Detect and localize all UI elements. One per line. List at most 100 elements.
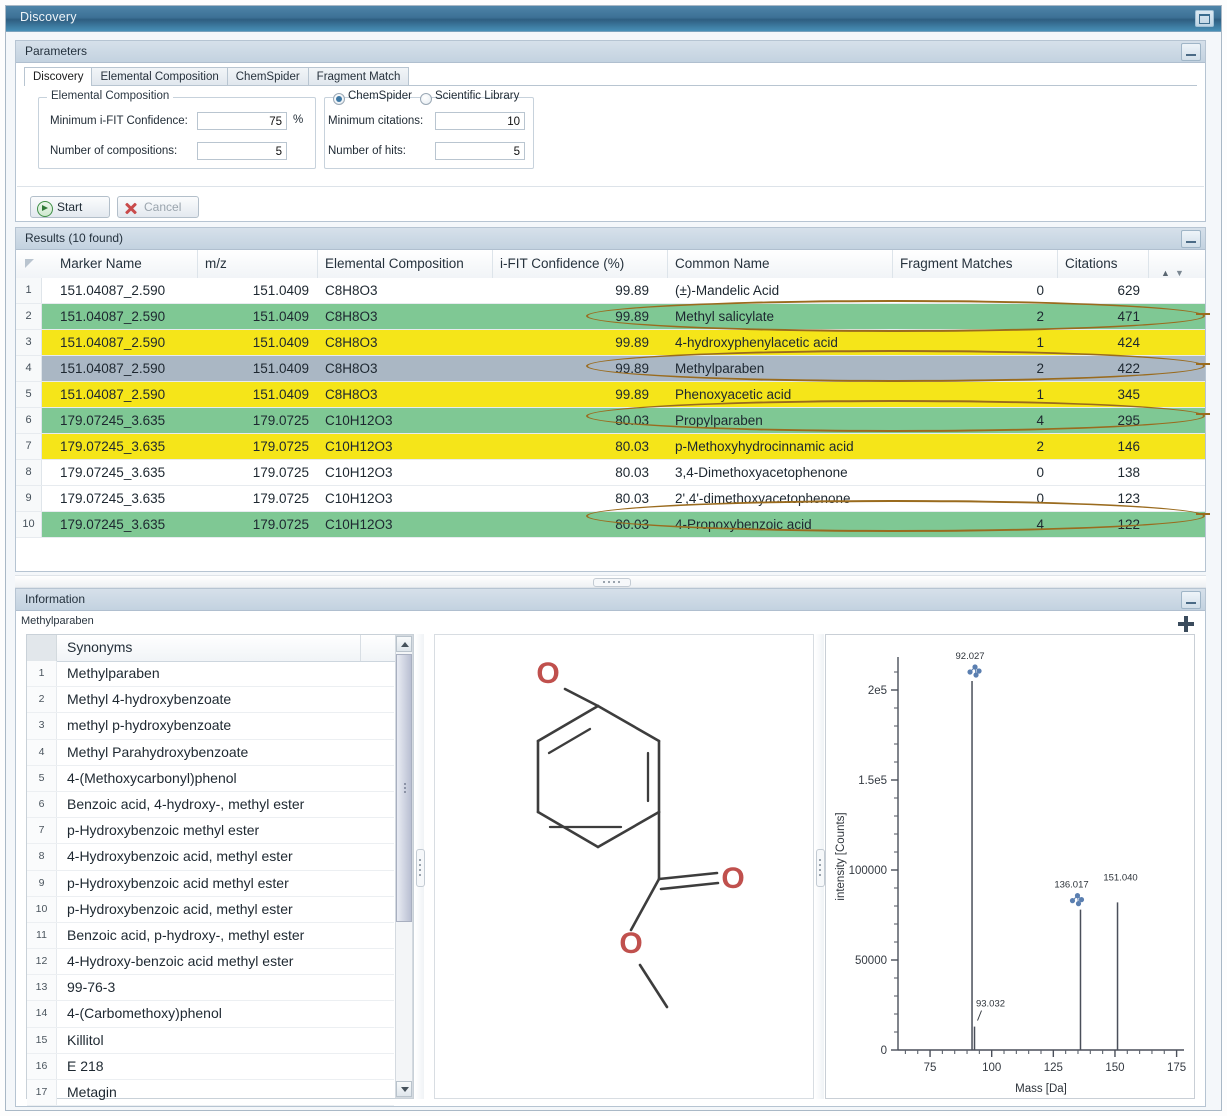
table-row[interactable]: 5151.04087_2.590151.0409C8H8O399.89Pheno… [16, 382, 1205, 408]
list-item[interactable]: 15Killitol [27, 1028, 394, 1054]
min-ifit-input[interactable]: 75 [197, 112, 287, 130]
row-number: 5 [16, 382, 42, 407]
min-citations-input[interactable]: 10 [435, 112, 525, 130]
tab-fragment-match[interactable]: Fragment Match [308, 67, 410, 86]
list-item[interactable]: 7p-Hydroxybenzoic methyl ester [27, 818, 394, 844]
information-title: Information [25, 592, 85, 606]
window-titlebar: Discovery [6, 6, 1221, 32]
list-item[interactable]: 2Methyl 4-hydroxybenzoate [27, 687, 394, 713]
cell-name: 4-Propoxybenzoic acid [668, 512, 893, 537]
collapse-panel-icon[interactable] [1181, 591, 1201, 609]
list-item[interactable]: 1Methylparaben [27, 661, 394, 687]
list-item[interactable]: 6Benzoic acid, 4-hydroxy-, methyl ester [27, 792, 394, 818]
num-compositions-input[interactable]: 5 [197, 142, 287, 160]
structure-viewer[interactable]: O O O [434, 634, 814, 1099]
list-item[interactable]: 3methyl p-hydroxybenzoate [27, 713, 394, 739]
synonyms-scrollbar[interactable] [395, 635, 413, 1098]
list-item[interactable]: 9p-Hydroxybenzoic acid methyl ester [27, 871, 394, 897]
synonyms-corner-cell[interactable] [27, 635, 57, 661]
table-row[interactable]: 1151.04087_2.590151.0409C8H8O399.89(±)-M… [16, 278, 1205, 304]
column-header-ifit-confidence[interactable]: i-FIT Confidence (%) [493, 250, 668, 278]
list-item[interactable]: 54-(Methoxycarbonyl)phenol [27, 766, 394, 792]
fragment-structure-icon [1070, 894, 1083, 906]
synonyms-column-header[interactable]: Synonyms [67, 639, 132, 655]
cell-cit: 122 [1058, 512, 1149, 537]
list-item[interactable]: 1399-76-3 [27, 975, 394, 1001]
table-row[interactable]: 2151.04087_2.590151.0409C8H8O399.89Methy… [16, 304, 1205, 330]
tabstrip-underline [24, 85, 1197, 86]
column-header-common-name[interactable]: Common Name [668, 250, 893, 278]
column-header-fragment-matches[interactable]: Fragment Matches [893, 250, 1058, 278]
list-item-label: 4-Hydroxybenzoic acid, methyl ester [67, 844, 293, 869]
list-item-label: Metagin [67, 1080, 117, 1105]
list-item[interactable]: 16E 218 [27, 1054, 394, 1080]
vertical-splitter-left[interactable] [415, 634, 424, 1099]
column-header-citations[interactable]: Citations [1058, 250, 1149, 278]
cell-marker: 179.07245_3.635 [53, 408, 198, 433]
restore-icon[interactable] [1195, 10, 1214, 27]
cell-marker: 179.07245_3.635 [53, 460, 198, 485]
list-item-label: p-Hydroxybenzoic methyl ester [67, 818, 259, 843]
collapse-panel-icon[interactable] [1181, 43, 1201, 61]
move-cross-icon[interactable] [1177, 615, 1195, 633]
annotation-tail [1196, 313, 1210, 315]
list-item-label: methyl p-hydroxybenzoate [67, 713, 231, 738]
tab-chemspider[interactable]: ChemSpider [227, 67, 309, 86]
list-item-index: 8 [27, 844, 57, 869]
cell-ifit: 80.03 [493, 434, 658, 459]
parameters-panel-header: Parameters [16, 41, 1205, 63]
parameters-title: Parameters [25, 44, 87, 58]
list-item-label: p-Hydroxybenzoic acid, methyl ester [67, 897, 293, 922]
table-row[interactable]: 7179.07245_3.635179.0725C10H12O380.03p-M… [16, 434, 1205, 460]
y-tick-label: 2e5 [868, 685, 887, 697]
table-row[interactable]: 6179.07245_3.635179.0725C10H12O380.03Pro… [16, 408, 1205, 434]
table-row[interactable]: 10179.07245_3.635179.0725C10H12O380.034-… [16, 512, 1205, 538]
list-item-label: E 218 [67, 1054, 104, 1079]
column-header-elemental-composition[interactable]: Elemental Composition [318, 250, 493, 278]
tab-discovery[interactable]: Discovery [24, 67, 92, 86]
list-item-index: 14 [27, 1001, 57, 1026]
vertical-splitter-right[interactable] [815, 634, 824, 1099]
cell-marker: 151.04087_2.590 [53, 356, 198, 381]
column-header-sort-filter[interactable]: ▲ ▼ [1149, 250, 1205, 278]
list-item[interactable]: 4Methyl Parahydroxybenzoate [27, 740, 394, 766]
table-row[interactable]: 9179.07245_3.635179.0725C10H12O380.032',… [16, 486, 1205, 512]
results-panel: Results (10 found) Marker Name m/z Eleme… [15, 227, 1206, 572]
list-item[interactable]: 17Metagin [27, 1080, 394, 1106]
list-item-label: Methylparaben [67, 661, 160, 686]
mass-spectrum-svg: 751001251501750500001000001.5e52e592.027… [826, 635, 1196, 1100]
num-hits-input[interactable]: 5 [435, 142, 525, 160]
table-row[interactable]: 4151.04087_2.590151.0409C8H8O399.89Methy… [16, 356, 1205, 382]
horizontal-splitter[interactable] [15, 575, 1206, 588]
list-item[interactable]: 11Benzoic acid, p-hydroxy-, methyl ester [27, 923, 394, 949]
table-row[interactable]: 3151.04087_2.590151.0409C8H8O399.894-hyd… [16, 330, 1205, 356]
collapse-panel-icon[interactable] [1181, 230, 1201, 248]
min-ifit-label: Minimum i-FIT Confidence: [50, 115, 188, 127]
cell-marker: 179.07245_3.635 [53, 486, 198, 511]
cancel-button[interactable]: Cancel [117, 196, 199, 218]
table-row[interactable]: 8179.07245_3.635179.0725C10H12O380.033,4… [16, 460, 1205, 486]
cell-cit: 295 [1058, 408, 1149, 433]
cell-name: Methyl salicylate [668, 304, 893, 329]
row-number: 1 [16, 278, 42, 303]
column-header-mz[interactable]: m/z [198, 250, 318, 278]
scroll-up-icon[interactable] [396, 636, 412, 652]
cell-cit: 629 [1058, 278, 1149, 303]
list-item[interactable]: 10p-Hydroxybenzoic acid, methyl ester [27, 897, 394, 923]
results-rows-container: 1151.04087_2.590151.0409C8H8O399.89(±)-M… [16, 278, 1205, 538]
methylparaben-structure: O O O [435, 635, 813, 1100]
scrollbar-thumb[interactable] [396, 654, 412, 922]
list-item[interactable]: 124-Hydroxy-benzoic acid methyl ester [27, 949, 394, 975]
information-panel-header: Information [16, 589, 1205, 611]
column-header-marker-name[interactable]: Marker Name [53, 250, 198, 278]
select-all-corner-icon[interactable] [25, 259, 34, 268]
list-item[interactable]: 8 4-Hydroxybenzoic acid, methyl ester [27, 844, 394, 870]
mass-spectrum-chart[interactable]: 751001251501750500001000001.5e52e592.027… [825, 634, 1195, 1099]
list-item[interactable]: 144-(Carbomethoxy)phenol [27, 1001, 394, 1027]
radio-chemspider-label: ChemSpider [348, 90, 412, 102]
scroll-down-icon[interactable] [396, 1081, 412, 1097]
cell-marker: 151.04087_2.590 [53, 382, 198, 407]
cell-cit: 422 [1058, 356, 1149, 381]
tab-elemental-composition[interactable]: Elemental Composition [91, 67, 227, 86]
start-button[interactable]: Start [30, 196, 110, 218]
